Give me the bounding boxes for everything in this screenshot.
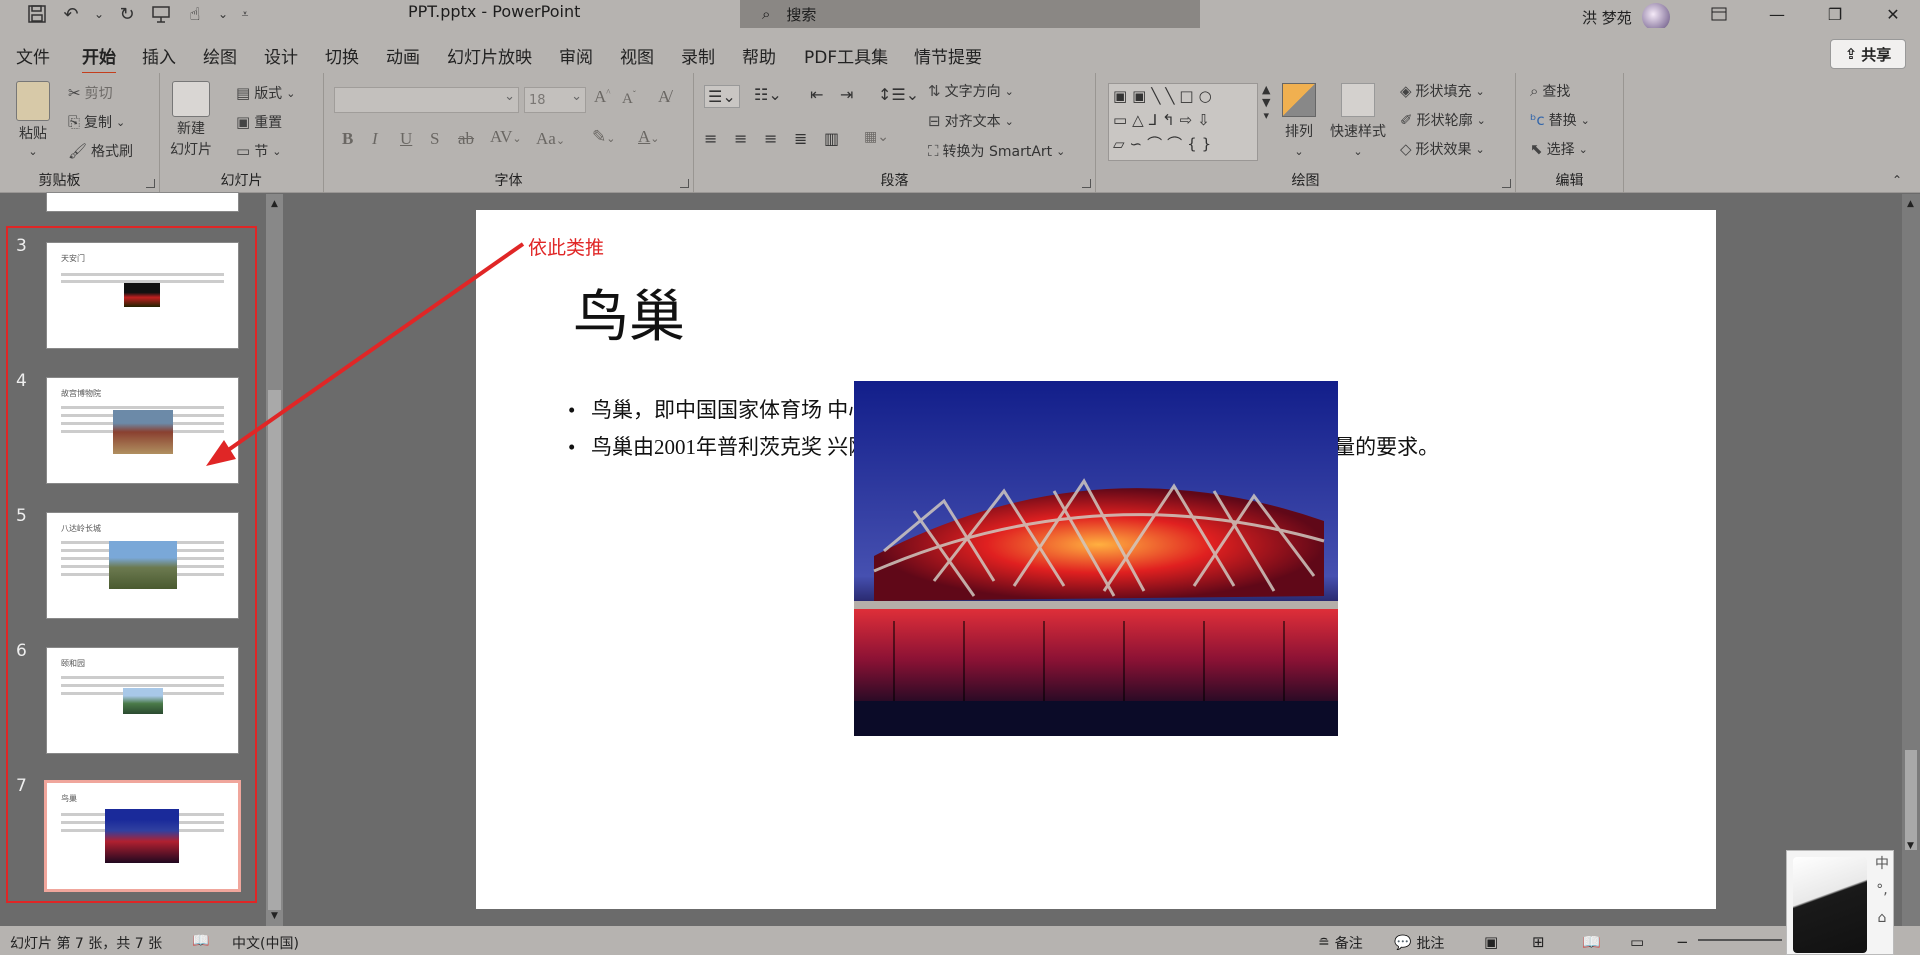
zoom-slider[interactable] [1698,939,1782,941]
zoom-out-icon[interactable]: − [1676,933,1689,951]
reading-view-icon[interactable]: 📖 [1582,933,1601,951]
annotation-arrow-icon [206,242,525,466]
main-scroll-down-icon[interactable]: ▼ [1902,838,1919,854]
main-scroll-up-icon[interactable]: ▲ [1902,196,1919,212]
accessibility-icon[interactable]: 📖 [192,933,209,949]
language-status[interactable]: 中文(中国) [232,933,299,953]
ime-cat-image [1793,857,1867,953]
ime-widget[interactable]: 中 °, ⌂ [1786,850,1894,955]
status-bar: 幻灯片 第 7 张，共 7 张 📖 中文(中国) ≘ 备注 💬 批注 ▣ ⊞ 📖 ▭… [0,926,1920,955]
ime-mode-button[interactable]: 中 [1871,853,1893,875]
main-scroll-thumb[interactable] [1905,750,1917,850]
comments-button[interactable]: 💬 批注 [1394,933,1444,953]
notes-icon: ≘ [1318,935,1330,951]
ime-skin-icon[interactable]: ⌂ [1871,907,1893,929]
ime-punct-button[interactable]: °, [1871,879,1893,901]
slideshow-view-icon[interactable]: ▭ [1630,933,1644,951]
slide-sorter-icon[interactable]: ⊞ [1532,933,1545,951]
comments-icon: 💬 [1394,935,1412,951]
notes-button[interactable]: ≘ 备注 [1318,933,1363,953]
slide-scrollbar[interactable]: ▲ ▼ [1902,194,1920,926]
slide-count: 幻灯片 第 7 张，共 7 张 [10,936,163,952]
normal-view-icon[interactable]: ▣ [1484,933,1498,951]
annotation-text: 依此类推 [528,237,605,259]
comments-label: 批注 [1416,936,1445,952]
notes-label: 备注 [1334,936,1363,952]
